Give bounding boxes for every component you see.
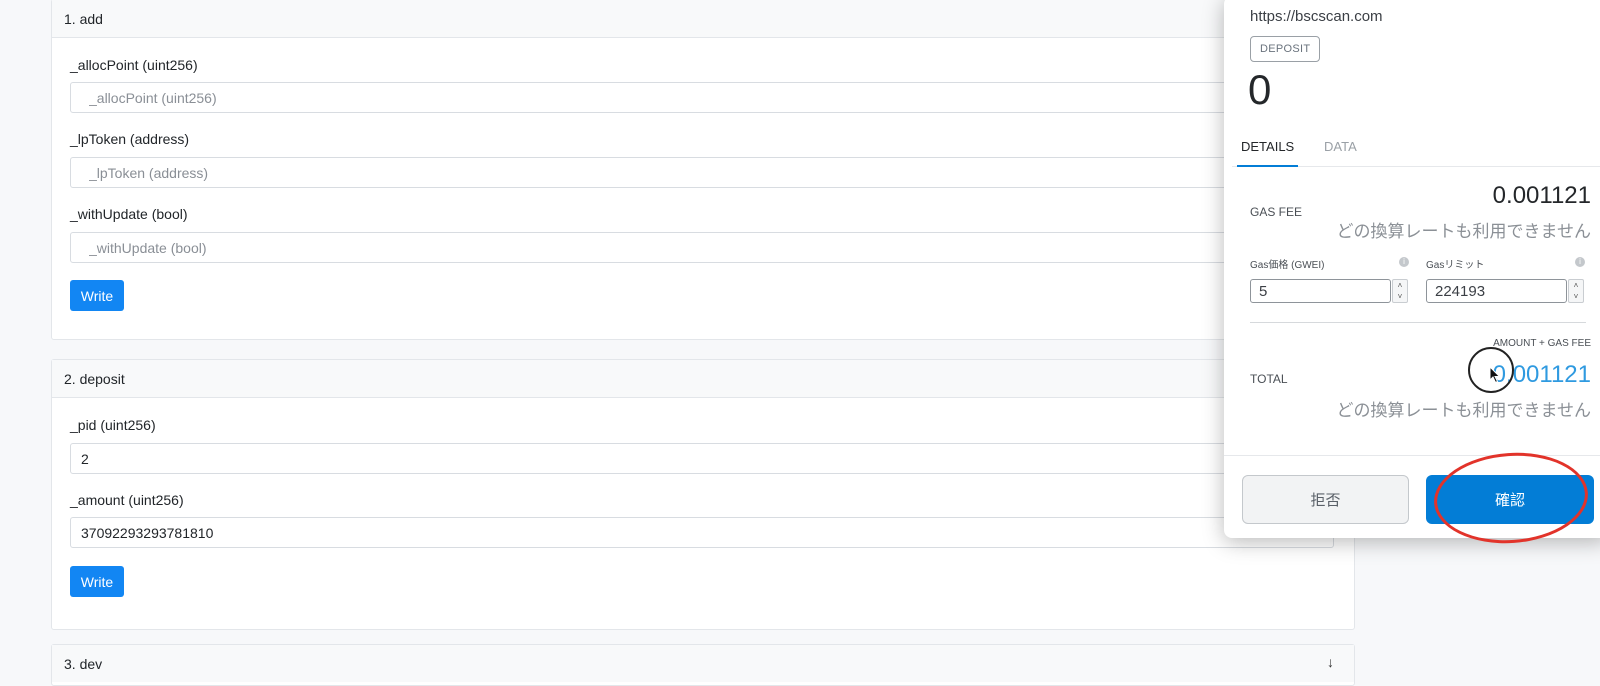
write-button-add[interactable]: Write [70, 280, 124, 311]
function-header-add[interactable]: 1. add [52, 0, 1354, 38]
gas-price-stepper[interactable]: ˄ ˅ [1392, 279, 1408, 303]
method-badge: DEPOSIT [1250, 36, 1321, 62]
function-card-add: 1. add _allocPoint (uint256) _lpToken (a… [51, 0, 1355, 340]
function-header-deposit[interactable]: 2. deposit [52, 360, 1354, 398]
gas-limit-value: 224193 [1435, 282, 1486, 300]
gas-price-value: 5 [1259, 282, 1268, 300]
gas-limit-label: Gasリミット [1426, 260, 1485, 271]
allocpoint-input[interactable] [70, 82, 1334, 113]
tab-data[interactable]: DATA [1324, 139, 1357, 154]
info-icon[interactable]: i [1399, 257, 1409, 267]
function-card-deposit: 2. deposit _pid (uint256) _amount (uint2… [51, 359, 1355, 630]
function-title: 2. deposit [64, 370, 125, 387]
lptoken-input[interactable] [70, 157, 1334, 188]
function-title: 3. dev [64, 655, 103, 672]
gas-limit-stepper[interactable]: ˄ ˅ [1568, 279, 1584, 303]
tab-details[interactable]: DETAILS [1236, 139, 1299, 167]
field-label-pid: _pid (uint256) [70, 417, 156, 433]
divider [1250, 322, 1586, 323]
gas-limit-input[interactable]: 224193 [1426, 279, 1567, 303]
total-rate-note: どの換算レートも利用できません [1336, 401, 1592, 420]
gas-price-label: Gas価格 (GWEI) [1250, 260, 1325, 271]
function-title: 1. add [64, 10, 103, 27]
write-button-deposit[interactable]: Write [70, 566, 124, 597]
function-header-dev[interactable]: 3. dev ↓ [52, 645, 1354, 682]
reject-button[interactable]: 拒否 [1242, 475, 1409, 524]
gas-price-input[interactable]: 5 [1250, 279, 1391, 303]
gas-fee-label: GAS FEE [1250, 205, 1303, 219]
transaction-amount: 0 [1248, 66, 1272, 113]
details-tabs: DETAILS DATA [1232, 130, 1600, 167]
total-label: TOTAL [1250, 372, 1288, 386]
info-icon[interactable]: i [1575, 257, 1585, 267]
field-label-allocpoint: _allocPoint (uint256) [70, 57, 198, 73]
amount-gas-fee-label: AMOUNT + GAS FEE [1493, 338, 1591, 349]
amount-input[interactable] [70, 517, 1334, 548]
withupdate-input[interactable] [70, 232, 1334, 263]
mouse-cursor-icon [1489, 366, 1501, 384]
function-card-dev: 3. dev ↓ [51, 644, 1355, 686]
origin-url: https://bscscan.com [1250, 8, 1383, 25]
field-label-withupdate: _withUpdate (bool) [70, 206, 188, 222]
field-label-lptoken: _lpToken (address) [70, 131, 190, 147]
pid-input[interactable] [70, 443, 1334, 474]
gas-fee-rate-note: どの換算レートも利用できません [1336, 222, 1592, 241]
gas-fee-value: 0.001121 [1492, 182, 1591, 209]
field-label-amount: _amount (uint256) [70, 492, 184, 508]
